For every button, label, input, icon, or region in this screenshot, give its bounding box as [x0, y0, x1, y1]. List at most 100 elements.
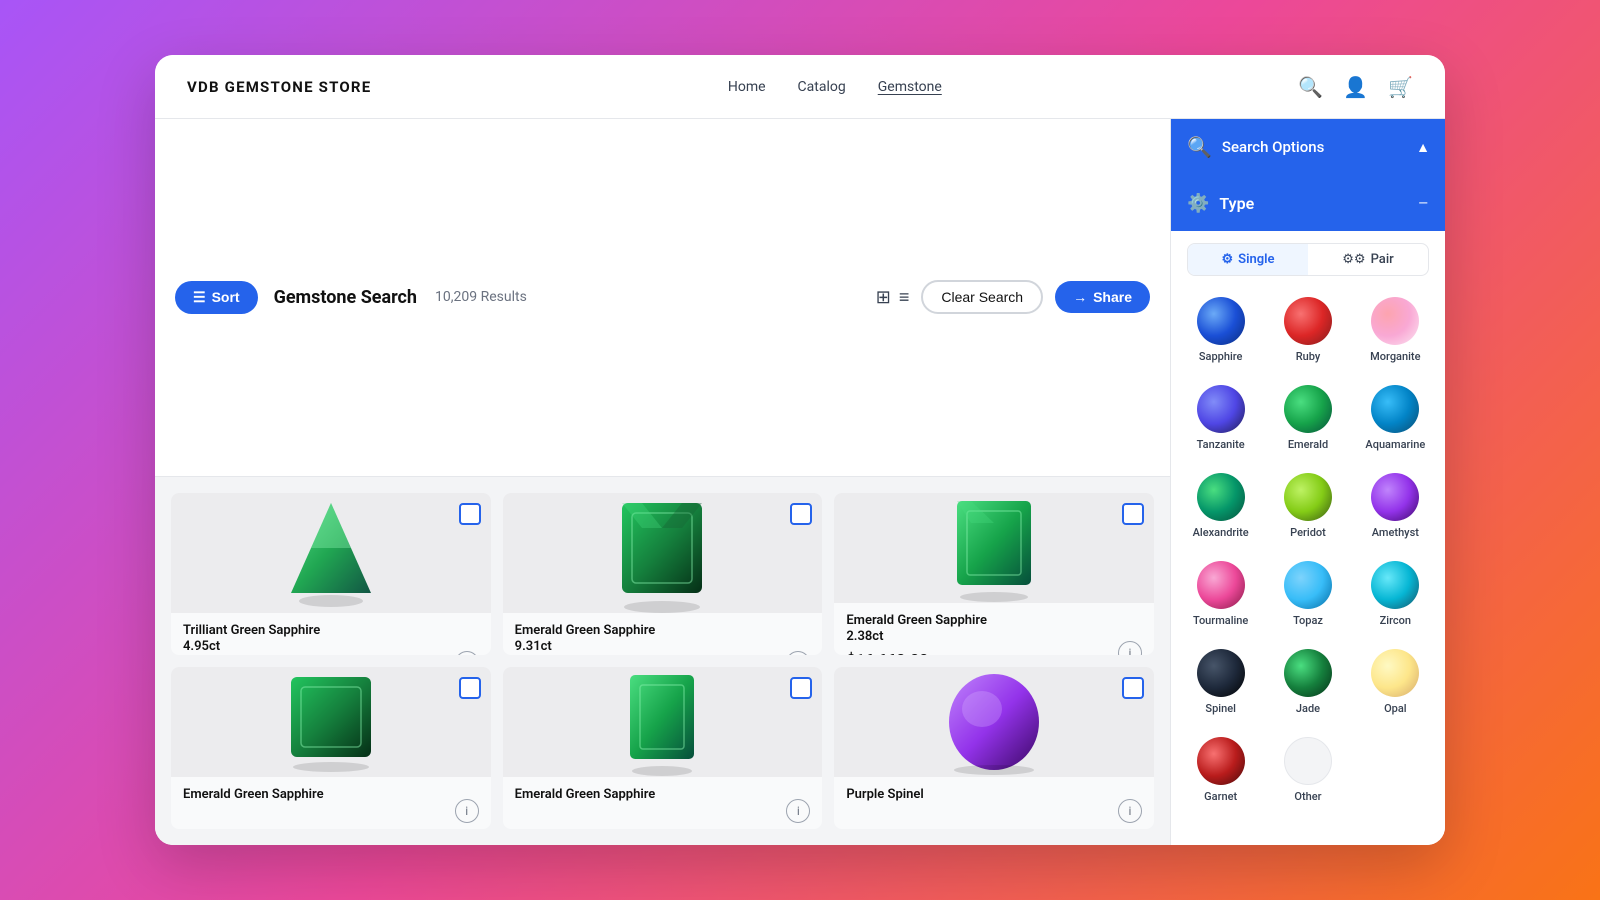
- right-panel: 🔍 Search Options ▲ ⚙️ Type − ⚙ Single ⚙⚙…: [1170, 119, 1445, 845]
- gem-type-emerald[interactable]: Emerald: [1266, 376, 1349, 460]
- spinel-icon: [1197, 649, 1245, 697]
- alexandrite-label: Alexandrite: [1193, 526, 1249, 539]
- pair-toggle-btn[interactable]: ⚙⚙ Pair: [1308, 244, 1428, 275]
- sort-icon: ☰: [193, 289, 206, 306]
- user-icon[interactable]: 👤: [1343, 75, 1368, 99]
- product-name: Emerald Green Sapphire2.38ct: [846, 613, 1142, 647]
- nav-gemstone[interactable]: Gemstone: [878, 79, 942, 95]
- alexandrite-icon: [1197, 473, 1245, 521]
- sort-label: Sort: [212, 289, 240, 305]
- gem-type-amethyst[interactable]: Amethyst: [1354, 464, 1437, 548]
- main-content: ☰ Sort Gemstone Search 10,209 Results ⊞ …: [155, 119, 1445, 845]
- search-options-search-icon: 🔍: [1187, 135, 1212, 159]
- aquamarine-label: Aquamarine: [1365, 438, 1425, 451]
- gem-image: [612, 493, 712, 613]
- header-icons: 🔍 👤 🛒: [1298, 75, 1413, 99]
- gem-type-ruby[interactable]: Ruby: [1266, 288, 1349, 372]
- gem-type-sapphire[interactable]: Sapphire: [1179, 288, 1262, 372]
- garnet-icon: [1197, 737, 1245, 785]
- product-card: Purple Spinel i: [834, 667, 1154, 829]
- tourmaline-label: Tourmaline: [1193, 614, 1248, 627]
- gem-type-opal[interactable]: Opal: [1354, 640, 1437, 724]
- share-button[interactable]: → Share: [1055, 281, 1150, 313]
- header: VDB GEMSTONE STORE Home Catalog Gemstone…: [155, 55, 1445, 119]
- emerald-label: Emerald: [1288, 438, 1328, 451]
- product-image-area: [503, 493, 823, 613]
- gem-type-aquamarine[interactable]: Aquamarine: [1354, 376, 1437, 460]
- emerald-icon: [1284, 385, 1332, 433]
- product-checkbox[interactable]: [790, 677, 812, 699]
- search-icon[interactable]: 🔍: [1298, 75, 1323, 99]
- share-label: Share: [1093, 289, 1132, 305]
- jade-icon: [1284, 649, 1332, 697]
- product-checkbox[interactable]: [1122, 503, 1144, 525]
- grid-view-icons: ⊞ ≡: [876, 287, 910, 308]
- product-image-area: [503, 667, 823, 777]
- product-name: Emerald Green Sapphire: [183, 787, 479, 804]
- pair-icon: ⚙⚙: [1342, 252, 1365, 267]
- garnet-label: Garnet: [1204, 790, 1237, 803]
- aquamarine-icon: [1371, 385, 1419, 433]
- nav-catalog[interactable]: Catalog: [798, 79, 846, 95]
- info-icon[interactable]: i: [1118, 799, 1142, 823]
- other-icon: [1284, 737, 1332, 785]
- gem-type-tanzanite[interactable]: Tanzanite: [1179, 376, 1262, 460]
- search-options-bar: 🔍 Search Options ▲: [1171, 119, 1445, 175]
- amethyst-label: Amethyst: [1372, 526, 1419, 539]
- search-options-chevron-icon[interactable]: ▲: [1416, 139, 1430, 156]
- morganite-icon: [1371, 297, 1419, 345]
- single-label: Single: [1238, 252, 1274, 267]
- pair-label: Pair: [1371, 252, 1394, 267]
- product-checkbox[interactable]: [459, 677, 481, 699]
- nav-home[interactable]: Home: [728, 79, 766, 95]
- gem-type-jade[interactable]: Jade: [1266, 640, 1349, 724]
- gem-type-garnet[interactable]: Garnet: [1179, 728, 1262, 812]
- tourmaline-icon: [1197, 561, 1245, 609]
- product-info: Emerald Green Sapphire i: [171, 777, 491, 829]
- product-checkbox[interactable]: [459, 503, 481, 525]
- result-count: 10,209 Results: [435, 289, 527, 305]
- product-name: Emerald Green Sapphire9.31ct: [515, 623, 811, 655]
- info-icon[interactable]: i: [455, 799, 479, 823]
- filter-collapse-icon[interactable]: −: [1418, 191, 1429, 215]
- nav: Home Catalog Gemstone: [728, 79, 942, 95]
- product-card: Emerald Green Sapphire i: [503, 667, 823, 829]
- product-info: Emerald Green Sapphire9.31ct $37,240.00 …: [503, 613, 823, 655]
- product-image-area: [834, 667, 1154, 777]
- gem-type-morganite[interactable]: Morganite: [1354, 288, 1437, 372]
- gem-type-spinel[interactable]: Spinel: [1179, 640, 1262, 724]
- search-title: Gemstone Search: [274, 287, 417, 308]
- cart-icon[interactable]: 🛒: [1388, 75, 1413, 99]
- gem-image: [942, 667, 1047, 777]
- product-price: [183, 808, 479, 827]
- single-toggle-btn[interactable]: ⚙ Single: [1188, 244, 1308, 275]
- opal-icon: [1371, 649, 1419, 697]
- grid-view-icon[interactable]: ⊞: [876, 287, 891, 308]
- app-window: VDB GEMSTONE STORE Home Catalog Gemstone…: [155, 55, 1445, 845]
- filter-type-header: ⚙️ Type −: [1171, 175, 1445, 231]
- sapphire-label: Sapphire: [1199, 350, 1243, 363]
- product-info: Emerald Green Sapphire2.38ct $16,660.00 …: [834, 603, 1154, 655]
- tanzanite-label: Tanzanite: [1197, 438, 1245, 451]
- product-image-area: [171, 667, 491, 777]
- product-name: Emerald Green Sapphire: [515, 787, 811, 804]
- gem-type-tourmaline[interactable]: Tourmaline: [1179, 552, 1262, 636]
- product-card: Trilliant Green Sapphire4.95ct $44,551.0…: [171, 493, 491, 655]
- product-checkbox[interactable]: [1122, 677, 1144, 699]
- clear-search-button[interactable]: Clear Search: [921, 280, 1043, 314]
- filter-type-icon: ⚙️: [1187, 193, 1209, 214]
- gem-type-topaz[interactable]: Topaz: [1266, 552, 1349, 636]
- product-checkbox[interactable]: [790, 503, 812, 525]
- product-name: Purple Spinel: [846, 787, 1142, 804]
- sort-button[interactable]: ☰ Sort: [175, 281, 258, 314]
- gem-type-other[interactable]: Other: [1266, 728, 1349, 812]
- morganite-label: Morganite: [1370, 350, 1420, 363]
- gem-type-zircon[interactable]: Zircon: [1354, 552, 1437, 636]
- gem-type-alexandrite[interactable]: Alexandrite: [1179, 464, 1262, 548]
- gem-type-peridot[interactable]: Peridot: [1266, 464, 1349, 548]
- product-image-area: [171, 493, 491, 613]
- logo: VDB GEMSTONE STORE: [187, 78, 371, 96]
- gem-type-grid: Sapphire Ruby Morganite Tanzanite Emeral: [1171, 288, 1445, 820]
- info-icon[interactable]: i: [786, 799, 810, 823]
- list-view-icon[interactable]: ≡: [899, 287, 910, 308]
